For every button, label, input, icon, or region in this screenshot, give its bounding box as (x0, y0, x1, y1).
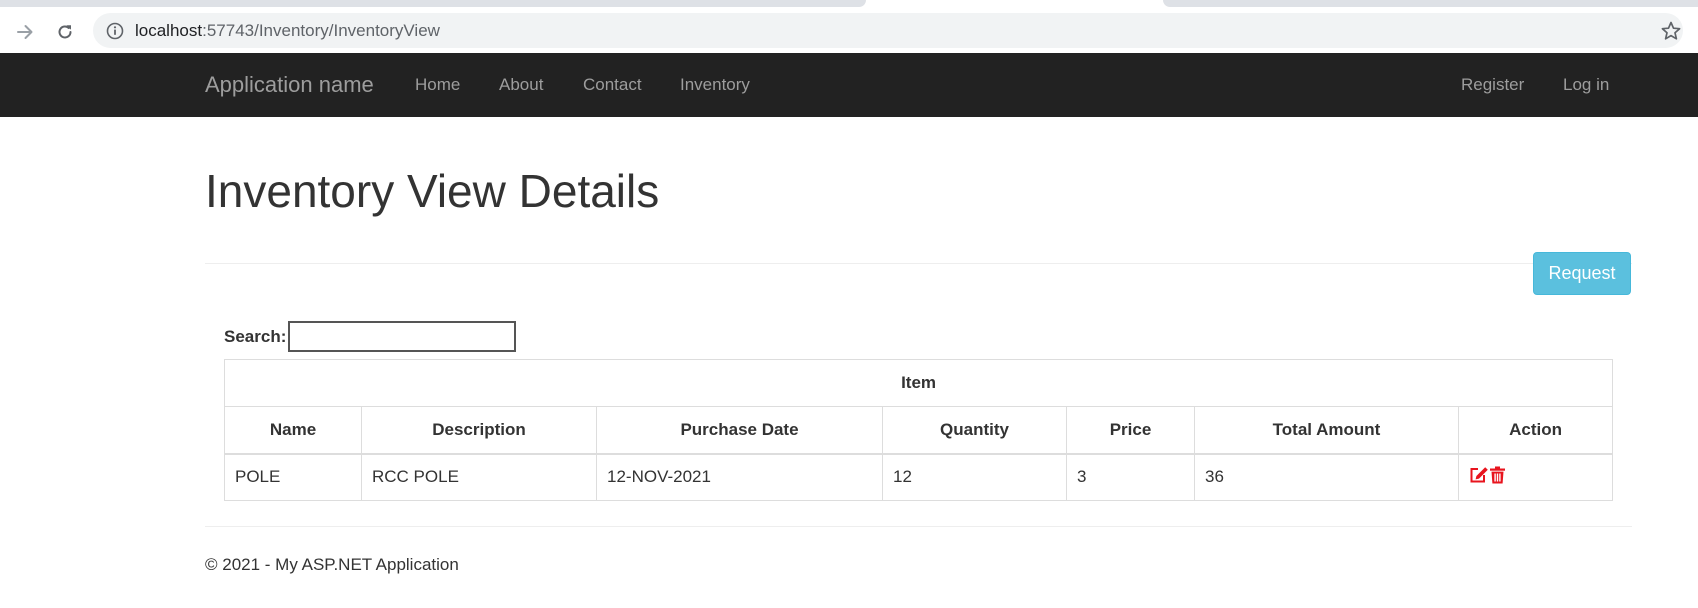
nav-link-about[interactable]: About (499, 75, 543, 95)
cell-action (1457, 453, 1614, 501)
request-button[interactable]: Request (1533, 252, 1631, 295)
column-header-purchase-date: Purchase Date (596, 406, 883, 455)
url-text: localhost:57743/Inventory/InventoryView (135, 21, 440, 41)
cell-quantity: 12 (882, 453, 1067, 501)
cell-total-amount: 36 (1194, 453, 1459, 501)
search-label: Search: (224, 327, 287, 346)
nav-link-home[interactable]: Home (415, 75, 460, 95)
nav-link-inventory[interactable]: Inventory (680, 75, 750, 95)
cell-purchase-date: 12-NOV-2021 (596, 453, 883, 501)
url-path: :57743/Inventory/InventoryView (202, 21, 440, 40)
column-header-price: Price (1066, 406, 1195, 455)
browser-tabstrip (0, 0, 1698, 11)
column-header-name: Name (224, 406, 362, 455)
column-header-total-amount: Total Amount (1194, 406, 1459, 455)
brand-link[interactable]: Application name (205, 72, 374, 98)
item-group-header: Item (223, 359, 1614, 407)
column-header-description: Description (361, 406, 597, 455)
nav-link-register[interactable]: Register (1461, 75, 1524, 95)
browser-tab-right[interactable] (1163, 0, 1698, 7)
footer-divider (205, 526, 1632, 527)
reload-icon (58, 25, 72, 39)
nav-link-login[interactable]: Log in (1563, 75, 1609, 95)
delete-icon[interactable] (1489, 466, 1506, 489)
url-host: localhost (135, 21, 203, 40)
forward-button[interactable] (10, 17, 40, 47)
arrow-right-icon (17, 25, 33, 39)
site-navbar: Application name Home About Contact Inve… (0, 53, 1698, 117)
site-info-icon[interactable] (105, 21, 125, 41)
cell-description: RCC POLE (361, 453, 597, 501)
table-row: POLE RCC POLE 12-NOV-2021 12 3 36 (224, 453, 1614, 501)
edit-icon[interactable] (1469, 466, 1489, 489)
column-header-action: Action (1457, 406, 1614, 455)
search-input[interactable] (288, 321, 516, 352)
bookmark-star-icon[interactable] (1659, 19, 1683, 43)
page-title: Inventory View Details (205, 165, 660, 217)
inventory-table: Item Name Description Purchase Date Quan… (223, 359, 1614, 501)
address-bar[interactable]: localhost:57743/Inventory/InventoryView (93, 13, 1683, 48)
browser-toolbar: localhost:57743/Inventory/InventoryView (0, 11, 1698, 52)
cell-price: 3 (1066, 453, 1195, 501)
title-divider (205, 263, 1632, 264)
footer-copyright: © 2021 - My ASP.NET Application (205, 555, 459, 574)
column-header-quantity: Quantity (882, 406, 1067, 455)
reload-button[interactable] (50, 17, 80, 47)
nav-link-contact[interactable]: Contact (583, 75, 642, 95)
cell-name: POLE (224, 453, 362, 501)
browser-tab-left[interactable] (0, 0, 866, 7)
